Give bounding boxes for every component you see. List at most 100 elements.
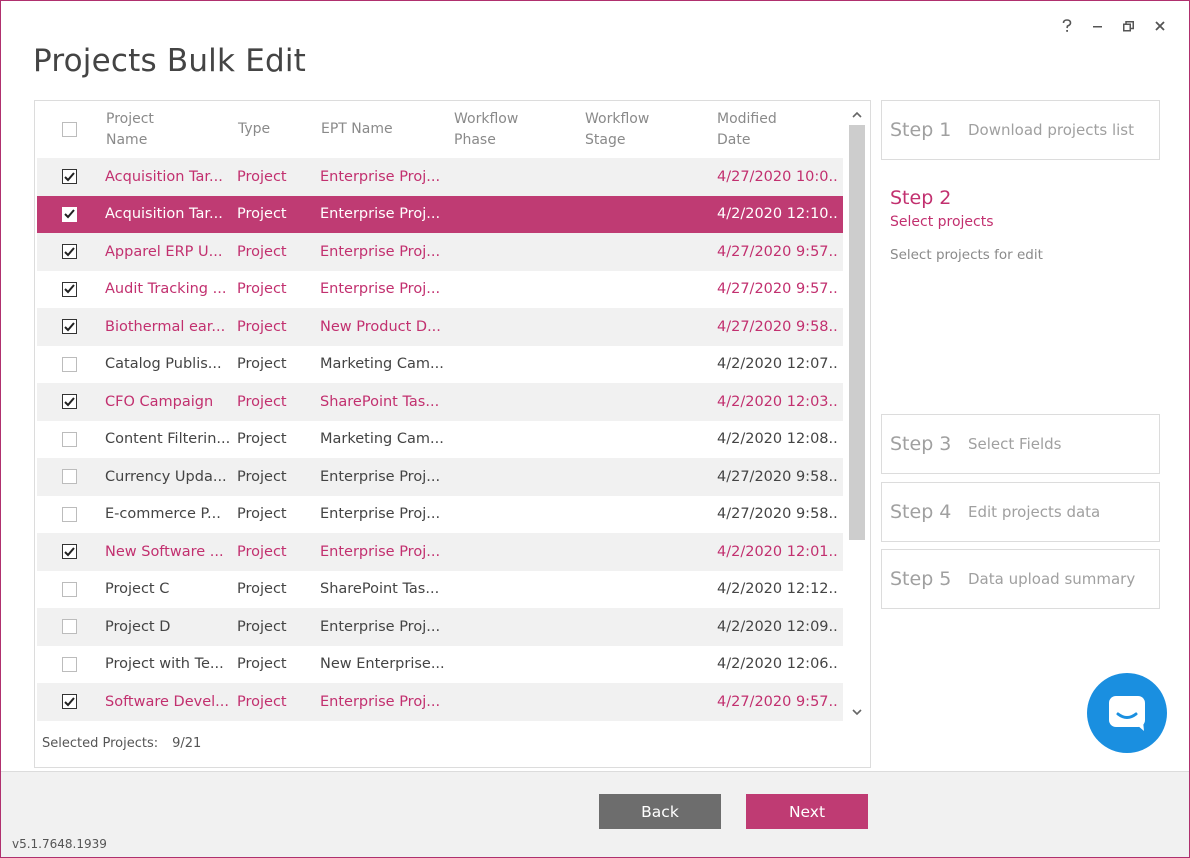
column-header-type[interactable]: Type xyxy=(238,101,318,158)
cell-modified: 4/2/2020 12:12... xyxy=(717,581,839,598)
column-header-modified-date[interactable]: Modified Date xyxy=(717,101,827,158)
scroll-up-icon[interactable] xyxy=(850,107,864,121)
cell-name: Software Devel... xyxy=(105,693,229,710)
cell-ept: Enterprise Proj... xyxy=(320,506,441,523)
back-button[interactable]: Back xyxy=(599,794,721,829)
cell-type: Project xyxy=(237,281,287,298)
cell-phase xyxy=(454,533,579,571)
cell-ept: New Enterprise... xyxy=(320,656,445,673)
row-checkbox[interactable] xyxy=(62,544,77,560)
cell-type: Project xyxy=(237,543,287,560)
row-checkbox-cell xyxy=(62,346,77,384)
table-row[interactable]: Project C Project SharePoint Tas... 4/2/202… xyxy=(37,571,843,609)
cell-ept: Enterprise Proj... xyxy=(320,468,441,485)
select-all-checkbox-cell xyxy=(62,101,77,158)
row-checkbox-cell xyxy=(62,458,77,496)
next-button[interactable]: Next xyxy=(746,794,868,829)
row-checkbox-cell xyxy=(62,646,77,684)
row-checkbox[interactable] xyxy=(62,656,77,672)
column-header-project-name[interactable]: Project Name xyxy=(106,101,216,158)
cell-name: Catalog Publis... xyxy=(105,356,222,373)
table-row[interactable]: Acquisition Tar... Project Enterprise Proj… xyxy=(37,195,843,234)
restore-icon[interactable] xyxy=(1113,15,1144,37)
row-checkbox[interactable] xyxy=(62,356,77,372)
cell-modified: 4/2/2020 12:09... xyxy=(717,618,839,635)
cell-stage xyxy=(585,196,710,234)
minimize-icon[interactable] xyxy=(1082,15,1113,37)
table-row[interactable]: Currency Upda... Project Enterprise Proj..… xyxy=(37,458,843,496)
cell-ept: Enterprise Proj... xyxy=(320,243,441,260)
table-row[interactable]: Software Devel... Project Enterprise Proj.… xyxy=(37,683,843,721)
scroll-track[interactable] xyxy=(847,125,865,720)
row-checkbox[interactable] xyxy=(62,506,77,522)
row-checkbox[interactable] xyxy=(62,581,77,597)
scroll-down-icon[interactable] xyxy=(850,705,864,719)
table-row[interactable]: Acquisition Tar... Project Enterprise Proj… xyxy=(37,158,843,196)
help-icon[interactable] xyxy=(1051,15,1082,37)
column-header-ept-name[interactable]: EPT Name xyxy=(321,101,441,158)
cell-ept: Enterprise Proj... xyxy=(320,168,441,185)
cell-phase xyxy=(454,571,579,609)
column-header-workflow-stage[interactable]: Workflow Stage xyxy=(585,101,695,158)
table-row[interactable]: New Software ... Project Enterprise Proj..… xyxy=(37,533,843,571)
cell-stage xyxy=(585,683,710,721)
row-checkbox-cell xyxy=(62,683,77,721)
cell-ept: Enterprise Proj... xyxy=(320,206,441,223)
close-icon[interactable] xyxy=(1144,15,1175,37)
cell-modified: 4/27/2020 9:57... xyxy=(717,693,839,710)
cell-name: Project with Te... xyxy=(105,656,224,673)
table-row[interactable]: Biothermal ear... Project New Product D...… xyxy=(37,308,843,346)
cell-phase xyxy=(454,421,579,459)
select-all-checkbox[interactable] xyxy=(62,122,77,137)
cell-stage xyxy=(585,383,710,421)
cell-type: Project xyxy=(237,656,287,673)
step-3-number: Step 3 xyxy=(890,433,952,455)
step-4-label: Edit projects data xyxy=(968,503,1101,521)
row-checkbox[interactable] xyxy=(62,206,77,222)
row-checkbox[interactable] xyxy=(62,319,77,335)
row-checkbox[interactable] xyxy=(62,694,77,710)
cell-type: Project xyxy=(237,356,287,373)
table-row[interactable]: Project with Te... Project New Enterprise.… xyxy=(37,646,843,684)
table-row[interactable]: CFO Campaign Project SharePoint Tas... 4/2/… xyxy=(37,383,843,421)
row-checkbox-cell xyxy=(62,196,77,234)
column-header-workflow-phase[interactable]: Workflow Phase xyxy=(454,101,564,158)
cell-phase xyxy=(454,458,579,496)
cell-stage xyxy=(585,233,710,271)
cell-stage xyxy=(585,608,710,646)
cell-type: Project xyxy=(237,693,287,710)
cell-phase xyxy=(454,308,579,346)
cell-modified: 4/2/2020 12:06... xyxy=(717,656,839,673)
table-row[interactable]: Catalog Publis... Project Marketing Cam...… xyxy=(37,346,843,384)
cell-ept: Enterprise Proj... xyxy=(320,543,441,560)
row-checkbox[interactable] xyxy=(62,281,77,297)
row-checkbox[interactable] xyxy=(62,431,77,447)
row-checkbox-cell xyxy=(62,496,77,534)
cell-ept: Enterprise Proj... xyxy=(320,281,441,298)
scroll-thumb[interactable] xyxy=(849,125,865,540)
cell-stage xyxy=(585,308,710,346)
row-checkbox[interactable] xyxy=(62,394,77,410)
cell-modified: 4/2/2020 12:10... xyxy=(717,206,839,223)
row-checkbox-cell xyxy=(62,383,77,421)
cell-stage xyxy=(585,271,710,309)
table-row[interactable]: Audit Tracking ... Project Enterprise Proj… xyxy=(37,271,843,309)
row-checkbox[interactable] xyxy=(62,619,77,635)
step-5-number: Step 5 xyxy=(890,568,952,590)
cell-type: Project xyxy=(237,431,287,448)
step-5-label: Data upload summary xyxy=(968,570,1136,588)
vertical-scrollbar[interactable] xyxy=(843,101,870,721)
row-checkbox[interactable] xyxy=(62,244,77,260)
chat-icon[interactable] xyxy=(1087,673,1167,753)
table-row[interactable]: Project D Project Enterprise Proj... 4/2/20… xyxy=(37,608,843,646)
table-row[interactable]: E-commerce P... Project Enterprise Proj...… xyxy=(37,496,843,534)
row-checkbox[interactable] xyxy=(62,169,77,185)
table-row[interactable]: Apparel ERP U... Project Enterprise Proj..… xyxy=(37,233,843,271)
row-checkbox-cell xyxy=(62,421,77,459)
cell-phase xyxy=(454,496,579,534)
cell-phase xyxy=(454,196,579,234)
step-1-number: Step 1 xyxy=(890,119,952,141)
row-checkbox[interactable] xyxy=(62,469,77,485)
cell-name: Apparel ERP U... xyxy=(105,243,223,260)
table-row[interactable]: Content Filterin... Project Marketing Cam.… xyxy=(37,421,843,459)
